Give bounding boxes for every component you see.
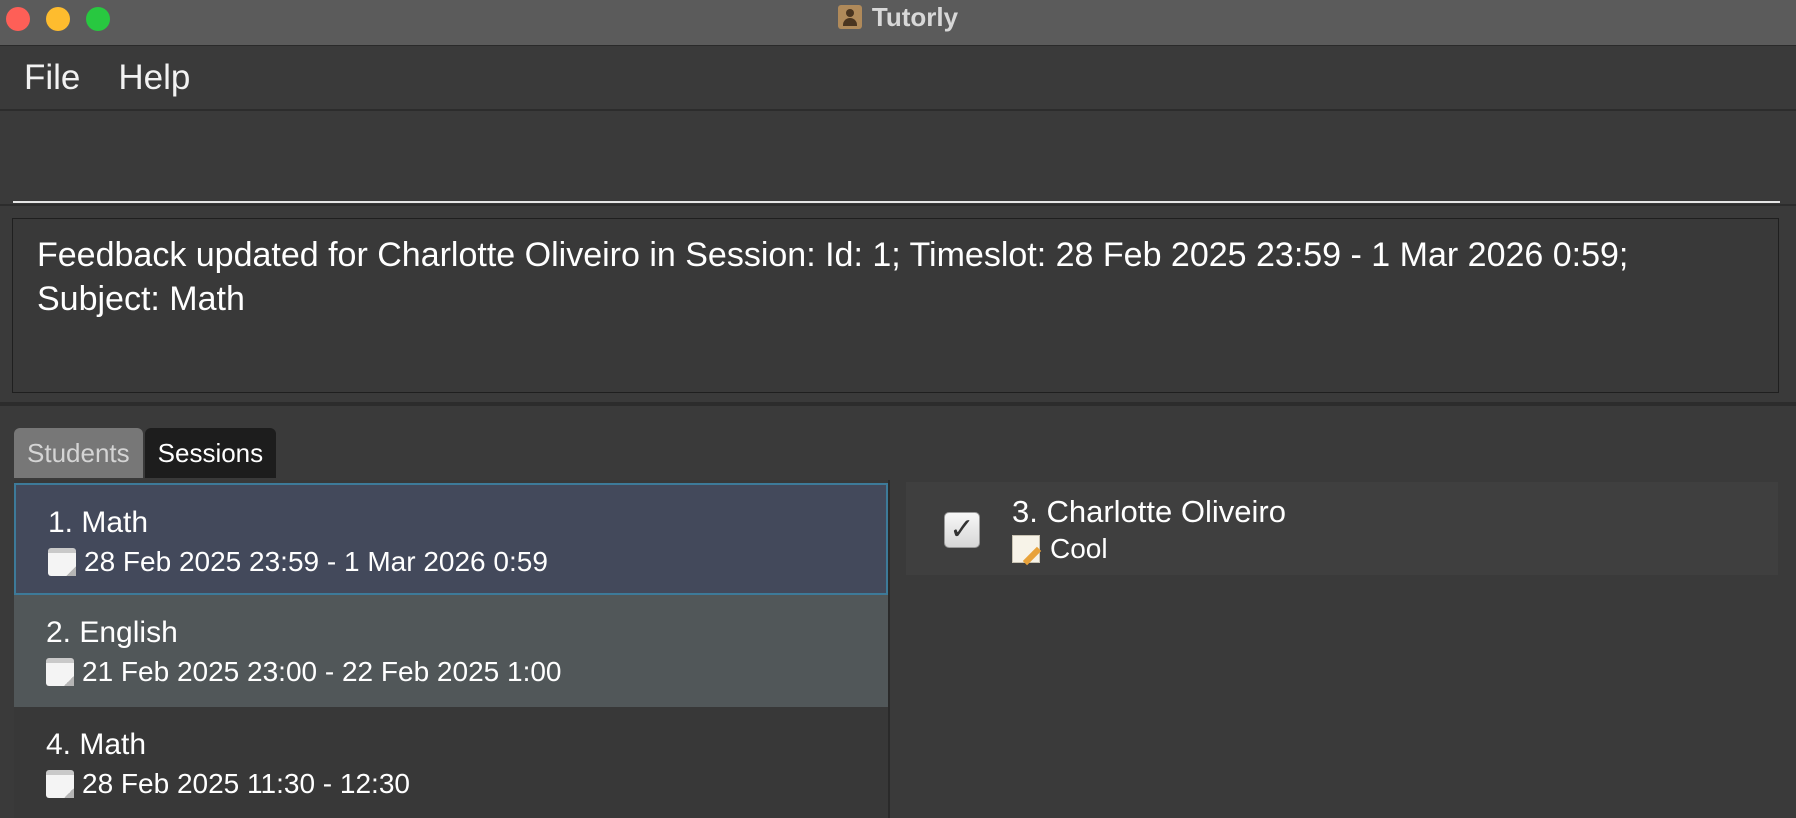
- tab-bar: Students Sessions: [14, 428, 278, 478]
- attendee-name: 3. Charlotte Oliveiro: [1012, 494, 1286, 529]
- window-title-group: Tutorly: [0, 0, 1796, 34]
- result-display: Feedback updated for Charlotte Oliveiro …: [12, 218, 1779, 393]
- session-list[interactable]: 1. Math 28 Feb 2025 23:59 - 1 Mar 2026 0…: [14, 480, 890, 818]
- session-timeslot: 21 Feb 2025 23:00 - 22 Feb 2025 1:00: [46, 654, 888, 690]
- session-title: 4. Math: [46, 728, 147, 761]
- window-title: Tutorly: [871, 1, 959, 32]
- window-titlebar: Tutorly: [0, 0, 1796, 46]
- calendar-icon: [48, 548, 76, 576]
- session-card[interactable]: 1. Math 28 Feb 2025 23:59 - 1 Mar 2026 0…: [14, 483, 888, 595]
- tab-students[interactable]: Students: [14, 428, 143, 478]
- attendance-checkbox[interactable]: ✓: [944, 512, 980, 548]
- tab-sessions[interactable]: Sessions: [144, 428, 277, 478]
- memo-icon: [1012, 535, 1040, 563]
- menu-bar: File Help: [0, 46, 1796, 111]
- session-time-text: 28 Feb 2025 23:59 - 1 Mar 2026 0:59: [84, 546, 548, 577]
- result-display-container: Feedback updated for Charlotte Oliveiro …: [0, 206, 1796, 406]
- command-input[interactable]: [13, 121, 1780, 203]
- session-time-text: 21 Feb 2025 23:00 - 22 Feb 2025 1:00: [82, 656, 562, 687]
- calendar-icon: [46, 658, 74, 686]
- attendance-card[interactable]: ✓ 3. Charlotte Oliveiro Cool: [906, 482, 1778, 575]
- app-icon: [837, 5, 862, 29]
- menu-file[interactable]: File: [24, 58, 80, 98]
- session-card[interactable]: 2. English 21 Feb 2025 23:00 - 22 Feb 20…: [14, 595, 888, 707]
- command-box-container: [0, 111, 1796, 206]
- session-timeslot: 28 Feb 2025 23:59 - 1 Mar 2026 0:59: [48, 544, 886, 580]
- session-timeslot: 28 Feb 2025 11:30 - 12:30: [46, 766, 888, 802]
- session-title: 2. English: [46, 616, 178, 649]
- session-title: 1. Math: [48, 506, 149, 539]
- feedback-row: Cool: [1012, 532, 1108, 566]
- menu-help[interactable]: Help: [118, 58, 190, 98]
- session-time-text: 28 Feb 2025 11:30 - 12:30: [82, 768, 410, 799]
- session-card[interactable]: 4. Math 28 Feb 2025 11:30 - 12:30: [14, 707, 888, 818]
- feedback-text: Cool: [1050, 533, 1108, 564]
- calendar-icon: [46, 770, 74, 798]
